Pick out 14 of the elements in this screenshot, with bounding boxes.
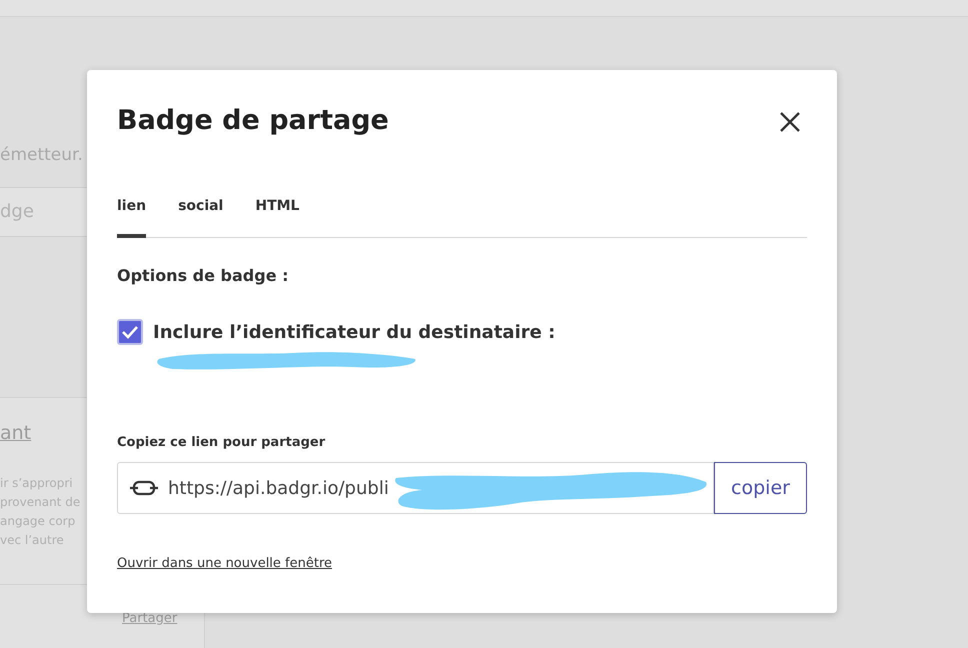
close-icon[interactable] [779, 111, 801, 133]
checkbox-label: Inclure l’identificateur du destinataire : [153, 322, 556, 342]
link-field[interactable]: https://api.badgr.io/publi [117, 462, 714, 514]
field-label: Copiez ce lien pour partager [117, 435, 326, 450]
tab[interactable]: lien [117, 198, 146, 238]
check-icon [121, 325, 139, 339]
dialog-title: Badge de partage [117, 105, 389, 136]
section-heading: Options de badge : [117, 266, 290, 285]
open-link[interactable]: Ouvrir dans une nouvelle fenêtre [117, 556, 332, 571]
copy-button[interactable]: copier [714, 462, 807, 514]
tab[interactable]: social [178, 198, 224, 238]
checkbox[interactable] [117, 319, 143, 345]
link-icon [130, 480, 158, 496]
tab[interactable]: HTML [255, 198, 300, 238]
